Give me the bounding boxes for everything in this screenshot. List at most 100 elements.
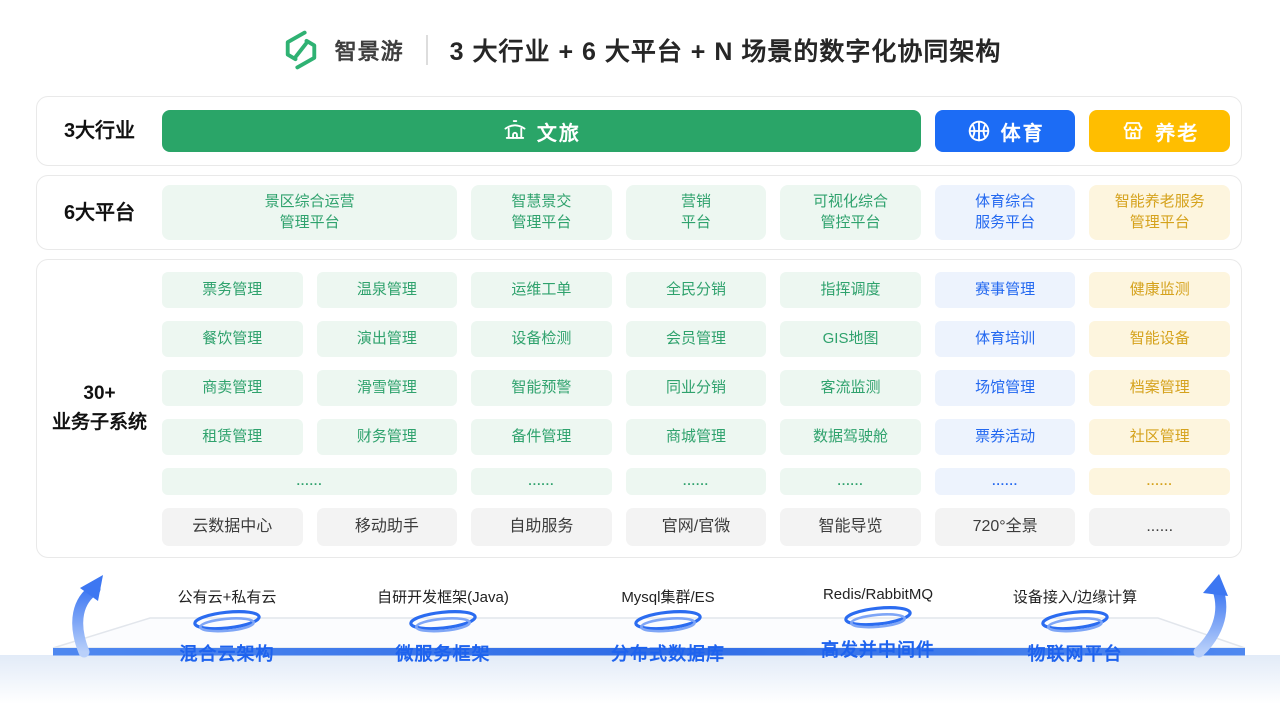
subsystem-cell: 票券活动 [935,419,1076,455]
platforms-grid: 景区综合运营 管理平台 智慧景交 管理平台 营销 平台 可视化综合 管控平台 体… [162,176,1241,249]
platforms-label: 6大平台 [37,176,162,249]
platform-line2: 服务平台 [975,213,1035,233]
subsystems-label-line2: 业务子系统 [52,409,147,438]
infra-platform-label: 高发并中间件 [773,636,983,662]
infra-platform-label: 分布式数据库 [563,640,773,666]
platform-line2: 管控平台 [821,213,881,233]
platform-cell: 营销 平台 [626,185,767,240]
header-divider [426,35,428,65]
subsystem-cell: 运维工单 [471,272,612,308]
infra-item: Mysql集群/ES 分布式数据库 [563,586,773,666]
infra-platform-label: 微服务框架 [338,640,548,666]
subsystems-grid: 票务管理 温泉管理 运维工单 全民分销 指挥调度 赛事管理 健康监测 餐饮管理 … [162,260,1241,557]
page-title: 3 大行业 + 6 大平台 + N 场景的数字化协同架构 [450,32,1002,68]
ellipsis-cell: ...... [626,468,767,495]
platform-disk-icon [836,606,920,630]
industry-elder-care: 养老 [1089,110,1230,152]
ellipsis-cell: ...... [780,468,921,495]
platform-line2: 管理平台 [511,213,571,233]
ellipsis-cell: ...... [1089,468,1230,495]
infra-tech-label: Redis/RabbitMQ [773,586,983,603]
subsystem-cell: 备件管理 [471,419,612,455]
elder-care-icon [1120,118,1146,144]
platform-line2: 管理平台 [1130,213,1190,233]
subsystem-cell: 健康监测 [1089,272,1230,308]
industry-label: 养老 [1155,117,1199,146]
infra-tech-label: Mysql集群/ES [563,586,773,607]
subsystem-cell: 滑雪管理 [317,370,458,406]
platform-cell: 景区综合运营 管理平台 [162,185,457,240]
infra-item: Redis/RabbitMQ 高发并中间件 [773,586,983,662]
subsystem-cell: 体育培训 [935,321,1076,357]
platforms-band: 6大平台 景区综合运营 管理平台 智慧景交 管理平台 营销 平台 可视化综合 管… [36,175,1242,250]
industries-grid: 文旅 体育 养老 [162,97,1241,165]
industry-label: 体育 [1001,117,1045,146]
subsystem-cell: 客流监测 [780,370,921,406]
platform-line1: 景区综合运营 [265,192,355,212]
subsystem-cell: 全民分销 [626,272,767,308]
platform-line1: 智慧景交 [511,192,571,212]
subsystem-cell: 智能预警 [471,370,612,406]
subsystem-cell: 智能设备 [1089,321,1230,357]
subsystem-cell: 同业分销 [626,370,767,406]
pavilion-icon [502,118,528,144]
industries-label: 3大行业 [37,97,162,165]
app-cell: 720°全景 [935,508,1076,546]
platform-disk-icon [1033,610,1117,634]
platform-line2: 管理平台 [280,213,340,233]
ellipsis-cell: ...... [471,468,612,495]
ellipsis-cell: ...... [935,468,1076,495]
basketball-icon [966,118,992,144]
platform-cell: 体育综合 服务平台 [935,185,1076,240]
app-cell: 官网/官微 [626,508,767,546]
platform-line1: 可视化综合 [813,192,888,212]
infra-tech-label: 自研开发框架(Java) [338,586,548,607]
app-cell: 移动助手 [317,508,458,546]
subsystem-cell: 赛事管理 [935,272,1076,308]
infra-item: 公有云+私有云 混合云架构 [122,586,332,666]
infra-item: 设备接入/边缘计算 物联网平台 [970,586,1180,666]
platform-line1: 营销 [681,192,711,212]
platform-cell: 智慧景交 管理平台 [471,185,612,240]
subsystem-cell: 租赁管理 [162,419,303,455]
infra-item: 自研开发框架(Java) 微服务框架 [338,586,548,666]
platform-cell: 智能养老服务 管理平台 [1089,185,1230,240]
industry-sports: 体育 [935,110,1076,152]
brand-logo-icon [279,28,323,72]
infra-tech-label: 设备接入/边缘计算 [970,586,1180,607]
platform-line2: 平台 [681,213,711,233]
subsystems-label: 30+ 业务子系统 [37,260,162,557]
subsystem-cell: 商卖管理 [162,370,303,406]
industries-band: 3大行业 文旅 体育 [36,96,1242,166]
subsystem-cell: 餐饮管理 [162,321,303,357]
header: 智景游 3 大行业 + 6 大平台 + N 场景的数字化协同架构 [0,20,1280,80]
infra-platform-label: 混合云架构 [122,640,332,666]
industry-culture-tourism: 文旅 [162,110,921,152]
subsystems-label-line1: 30+ [83,380,115,409]
subsystem-cell: 设备检测 [471,321,612,357]
platform-line1: 体育综合 [975,192,1035,212]
subsystems-band: 30+ 业务子系统 票务管理 温泉管理 运维工单 全民分销 指挥调度 赛事管理 … [36,259,1242,558]
subsystem-cell: 档案管理 [1089,370,1230,406]
infra-tech-label: 公有云+私有云 [122,586,332,607]
platform-line1: 智能养老服务 [1115,192,1205,212]
subsystem-cell: 温泉管理 [317,272,458,308]
ellipsis-cell: ...... [162,468,457,495]
brand-name: 智景游 [335,34,404,66]
app-cell: 智能导览 [780,508,921,546]
platform-disk-icon [401,610,485,634]
platform-disk-icon [626,610,710,634]
subsystem-cell: 场馆管理 [935,370,1076,406]
subsystem-cell: 演出管理 [317,321,458,357]
app-cell: ...... [1089,508,1230,546]
subsystem-cell: 指挥调度 [780,272,921,308]
subsystem-cell: 数据驾驶舱 [780,419,921,455]
platform-cell: 可视化综合 管控平台 [780,185,921,240]
app-cell: 自助服务 [471,508,612,546]
subsystem-cell: 财务管理 [317,419,458,455]
platform-disk-icon [185,610,269,634]
subsystem-cell: 票务管理 [162,272,303,308]
subsystem-cell: 社区管理 [1089,419,1230,455]
subsystem-cell: GIS地图 [780,321,921,357]
subsystem-cell: 商城管理 [626,419,767,455]
